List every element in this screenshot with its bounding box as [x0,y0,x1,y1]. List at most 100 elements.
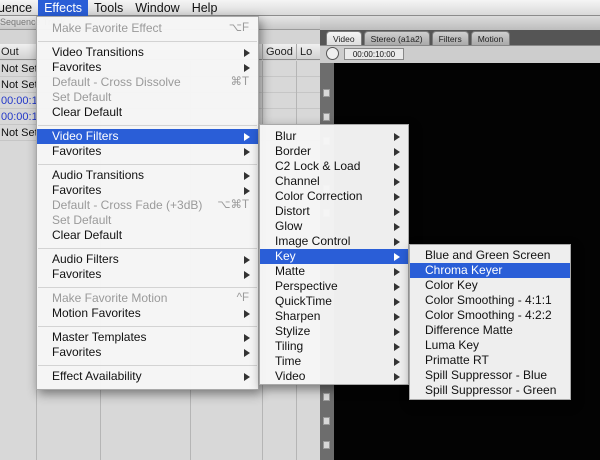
menu-item-spill-suppressor-green[interactable]: Spill Suppressor - Green [410,383,570,398]
submenu-arrow-icon [394,208,400,216]
submenu-arrow-icon [394,148,400,156]
menu-item-video-transitions[interactable]: Video Transitions [37,45,258,60]
menu-item-c2-lock-and-load[interactable]: C2 Lock & Load [260,159,408,174]
menu-item-make-favorite-effect: Make Favorite Effect ⌥F [37,21,258,36]
menu-separator [38,287,257,288]
submenu-arrow-icon [244,373,250,381]
column-header-good[interactable]: Good [262,44,294,60]
menu-item-master-templates-favorites[interactable]: Favorites [37,345,258,360]
viewer-tab-bar: Video Stereo (a1a2) Filters Motion [326,31,512,45]
column-header-log[interactable]: Lo [296,44,320,60]
menu-item-motion-favorites[interactable]: Motion Favorites [37,306,258,321]
menu-item-label: Channel [275,174,320,188]
menu-item-perspective[interactable]: Perspective [260,279,408,294]
menu-item-tiling[interactable]: Tiling [260,339,408,354]
menu-item-video-filters-favorites[interactable]: Favorites [37,144,258,159]
tab-stereo[interactable]: Stereo (a1a2) [363,31,430,45]
menu-item-color-smoothing-411[interactable]: Color Smoothing - 4:1:1 [410,293,570,308]
menu-item-label: Key [275,249,296,263]
menu-item-shortcut: ^F [236,292,249,304]
menu-item-difference-matte[interactable]: Difference Matte [410,323,570,338]
menu-item-color-smoothing-422[interactable]: Color Smoothing - 4:2:2 [410,308,570,323]
menu-item-label: Glow [275,219,303,233]
menu-item-blur[interactable]: Blur [260,129,408,144]
menu-item-primatte-rt[interactable]: Primatte RT [410,353,570,368]
menu-item-label: Image Control [275,234,351,248]
menu-item-audio-filters-favorites[interactable]: Favorites [37,267,258,282]
submenu-arrow-icon [394,223,400,231]
menu-item-time[interactable]: Time [260,354,408,369]
strip-marker-icon [323,441,330,449]
tab-filters[interactable]: Filters [431,31,469,45]
menu-item-label: Color Smoothing - 4:1:1 [425,293,552,307]
menu-item-luma-key[interactable]: Luma Key [410,338,570,353]
menu-item-chroma-keyer[interactable]: Chroma Keyer [410,263,570,278]
submenu-arrow-icon [394,328,400,336]
column-header-out[interactable]: Out [0,44,36,60]
submenu-arrow-icon [244,64,250,72]
submenu-arrow-icon [394,268,400,276]
timecode-field[interactable]: 00:00:10:00 [344,48,404,60]
menu-item-label: Blur [275,129,297,143]
menu-item-glow[interactable]: Glow [260,219,408,234]
menu-item-label: Video Filters [52,129,119,143]
menu-item-shortcut: ⌥⌘T [217,199,249,211]
submenu-arrow-icon [244,148,250,156]
menu-item-color-correction[interactable]: Color Correction [260,189,408,204]
menu-item-spill-suppressor-blue[interactable]: Spill Suppressor - Blue [410,368,570,383]
menu-item-clear-default-video[interactable]: Clear Default [37,105,258,120]
menu-item-label: Tiling [275,339,304,353]
menu-item-blue-and-green-screen[interactable]: Blue and Green Screen [410,248,570,263]
submenu-arrow-icon [394,253,400,261]
menu-tools[interactable]: Tools [88,0,129,16]
submenu-arrow-icon [394,298,400,306]
tab-motion[interactable]: Motion [470,31,511,45]
menu-separator [38,125,257,126]
submenu-arrow-icon [394,343,400,351]
menu-item-label: Spill Suppressor - Green [425,383,557,397]
menu-item-quicktime[interactable]: QuickTime [260,294,408,309]
submenu-arrow-icon [244,256,250,264]
menu-item-video-filters[interactable]: Video Filters [37,129,258,144]
submenu-arrow-icon [394,283,400,291]
menu-effects[interactable]: Effects [38,0,89,16]
menu-item-label: Color Key [425,278,478,292]
menu-help[interactable]: Help [186,0,224,16]
menu-item-distort[interactable]: Distort [260,204,408,219]
menu-item-label: C2 Lock & Load [275,159,361,173]
tab-video[interactable]: Video [326,31,362,45]
menu-separator [38,41,257,42]
key-submenu: Blue and Green Screen Chroma Keyer Color… [409,244,571,400]
menu-separator [38,365,257,366]
menu-item-master-templates[interactable]: Master Templates [37,330,258,345]
menu-item-label: Chroma Keyer [425,263,503,277]
menu-window[interactable]: Window [129,0,185,16]
menu-sequence[interactable]: uence [0,0,38,16]
menu-item-channel[interactable]: Channel [260,174,408,189]
menu-item-label: Clear Default [52,105,123,119]
submenu-arrow-icon [394,313,400,321]
clock-icon[interactable] [326,47,339,60]
menu-item-stylize[interactable]: Stylize [260,324,408,339]
menu-item-color-key[interactable]: Color Key [410,278,570,293]
menu-item-label: Video [275,369,306,383]
menu-item-video-transitions-favorites[interactable]: Favorites [37,60,258,75]
strip-marker-icon [323,113,330,121]
submenu-arrow-icon [394,358,400,366]
menu-item-border[interactable]: Border [260,144,408,159]
menu-item-key[interactable]: Key [260,249,408,264]
strip-marker-icon [323,417,330,425]
menu-item-label: Set Default [52,90,112,104]
menu-item-clear-default-audio[interactable]: Clear Default [37,228,258,243]
menu-item-effect-availability[interactable]: Effect Availability [37,369,258,384]
submenu-arrow-icon [244,49,250,57]
menu-item-image-control[interactable]: Image Control [260,234,408,249]
menu-item-audio-filters[interactable]: Audio Filters [37,252,258,267]
menu-item-audio-transitions-favorites[interactable]: Favorites [37,183,258,198]
menu-item-sharpen[interactable]: Sharpen [260,309,408,324]
menu-item-matte[interactable]: Matte [260,264,408,279]
menu-item-video[interactable]: Video [260,369,408,384]
video-filters-submenu: Blur Border C2 Lock & Load Channel Color… [259,124,409,385]
menu-item-audio-transitions[interactable]: Audio Transitions [37,168,258,183]
menu-item-label: Effect Availability [52,369,142,383]
